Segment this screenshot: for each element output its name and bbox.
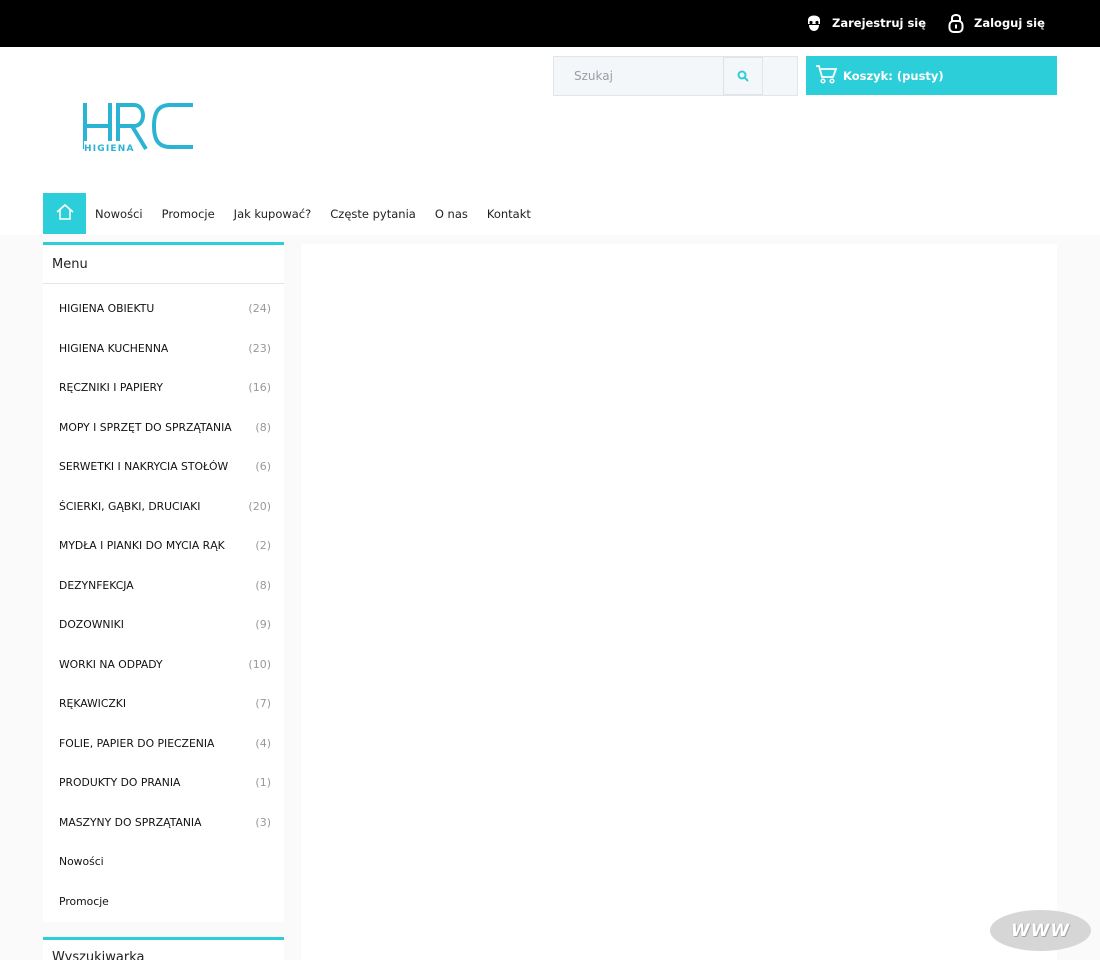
sidebar-menu: Menu HIGIENA OBIEKTU (24) HIGIENA KUCHENN… (43, 242, 284, 922)
category-label: MASZYNY DO SPRZĄTANIA (59, 815, 202, 829)
category-count: (3) (255, 815, 271, 829)
padlock-icon (946, 12, 966, 34)
menu-item-promocje[interactable]: Promocje (43, 882, 284, 922)
category-label: SERWETKI I NAKRYCIA STOŁÓW (59, 460, 229, 474)
search-divider (762, 57, 763, 95)
svg-text:HIGIENA: HIGIENA (84, 144, 135, 153)
top-bar: Zarejestruj się Zaloguj się (0, 0, 1100, 47)
nav-item-promocje[interactable]: Promocje (162, 207, 215, 221)
main-nav: Nowości Promocje Jak kupować? Częste pyt… (43, 193, 541, 234)
site-logo[interactable]: HIGIENA (82, 101, 198, 154)
category-label: RĘKAWICZKI (59, 697, 127, 711)
category-count: (7) (255, 697, 271, 711)
search-block-title: Wyszukiwarka (52, 950, 145, 960)
category-count: (8) (255, 578, 271, 592)
category-label: DOZOWNIKI (59, 618, 124, 632)
search-box (553, 56, 798, 96)
nav-item-kontakt[interactable]: Kontakt (487, 207, 531, 221)
login-link[interactable]: Zaloguj się (946, 11, 1045, 35)
search-icon (737, 67, 749, 86)
category-item[interactable]: HIGIENA OBIEKTU (24) (43, 289, 284, 329)
category-item[interactable]: WORKI NA ODPADY (10) (43, 645, 284, 685)
cart-label: Koszyk: (pusty) (843, 68, 944, 83)
category-item[interactable]: MYDŁA I PIANKI DO MYCIA RĄK (2) (43, 526, 284, 566)
category-count: (24) (248, 302, 271, 316)
category-count: (4) (255, 736, 271, 750)
search-input[interactable] (554, 57, 724, 95)
category-item[interactable]: DOZOWNIKI (9) (43, 605, 284, 645)
nav-item-jak-kupowac[interactable]: Jak kupować? (234, 207, 312, 221)
category-item[interactable]: HIGIENA KUCHENNA (23) (43, 329, 284, 369)
main-content (301, 244, 1057, 960)
category-count: (16) (248, 381, 271, 395)
category-item[interactable]: RĘCZNIKI I PAPIERY (16) (43, 368, 284, 408)
category-item[interactable]: MASZYNY DO SPRZĄTANIA (3) (43, 803, 284, 843)
home-icon (55, 203, 75, 225)
category-item[interactable]: ŚCIERKI, GĄBKI, DRUCIAKI (20) (43, 487, 284, 527)
category-count: (23) (248, 341, 271, 355)
search-button[interactable] (723, 57, 763, 95)
category-label: WORKI NA ODPADY (59, 657, 163, 671)
nav-item-czeste-pytania[interactable]: Częste pytania (330, 207, 416, 221)
www-badge[interactable]: WWW (990, 910, 1091, 951)
category-count: (20) (248, 499, 271, 513)
menu-item-label: Nowości (59, 855, 104, 869)
user-icon (804, 12, 824, 34)
category-label: MOPY I SPRZĘT DO SPRZĄTANIA (59, 420, 232, 434)
category-list: HIGIENA OBIEKTU (24) HIGIENA KUCHENNA (23)… (43, 284, 284, 921)
category-count: (6) (255, 460, 271, 474)
category-label: HIGIENA KUCHENNA (59, 341, 169, 355)
category-count: (8) (255, 420, 271, 434)
category-label: MYDŁA I PIANKI DO MYCIA RĄK (59, 539, 225, 553)
category-label: FOLIE, PAPIER DO PIECZENIA (59, 736, 215, 750)
category-item[interactable]: PRODUKTY DO PRANIA (1) (43, 763, 284, 803)
menu-title: Menu (43, 245, 284, 284)
category-item[interactable]: FOLIE, PAPIER DO PIECZENIA (4) (43, 724, 284, 764)
category-item[interactable]: SERWETKI I NAKRYCIA STOŁÓW (6) (43, 447, 284, 487)
category-label: HIGIENA OBIEKTU (59, 302, 155, 316)
nav-item-nowosci[interactable]: Nowości (95, 207, 143, 221)
category-label: PRODUKTY DO PRANIA (59, 776, 181, 790)
sidebar-search-block: Wyszukiwarka (43, 937, 284, 960)
category-item[interactable]: DEZYNFEKCJA (8) (43, 566, 284, 606)
nav-item-o-nas[interactable]: O nas (435, 207, 468, 221)
category-count: (10) (248, 657, 271, 671)
login-label: Zaloguj się (974, 16, 1045, 30)
category-count: (1) (255, 776, 271, 790)
category-item[interactable]: MOPY I SPRZĘT DO SPRZĄTANIA (8) (43, 408, 284, 448)
category-label: RĘCZNIKI I PAPIERY (59, 381, 163, 395)
category-count: (2) (255, 539, 271, 553)
category-label: ŚCIERKI, GĄBKI, DRUCIAKI (59, 499, 201, 513)
home-button[interactable] (43, 193, 86, 234)
menu-item-nowosci[interactable]: Nowości (43, 842, 284, 882)
category-item[interactable]: RĘKAWICZKI (7) (43, 684, 284, 724)
menu-item-label: Promocje (59, 894, 109, 908)
register-label: Zarejestruj się (832, 16, 927, 30)
cart-button[interactable]: Koszyk: (pusty) (806, 56, 1057, 95)
www-badge-text: WWW (1010, 920, 1071, 941)
category-count: (9) (255, 618, 271, 632)
cart-icon (815, 64, 838, 88)
category-label: DEZYNFEKCJA (59, 578, 134, 592)
header: HIGIENA Koszyk: (pusty) (0, 47, 1100, 235)
register-link[interactable]: Zarejestruj się (804, 11, 926, 35)
